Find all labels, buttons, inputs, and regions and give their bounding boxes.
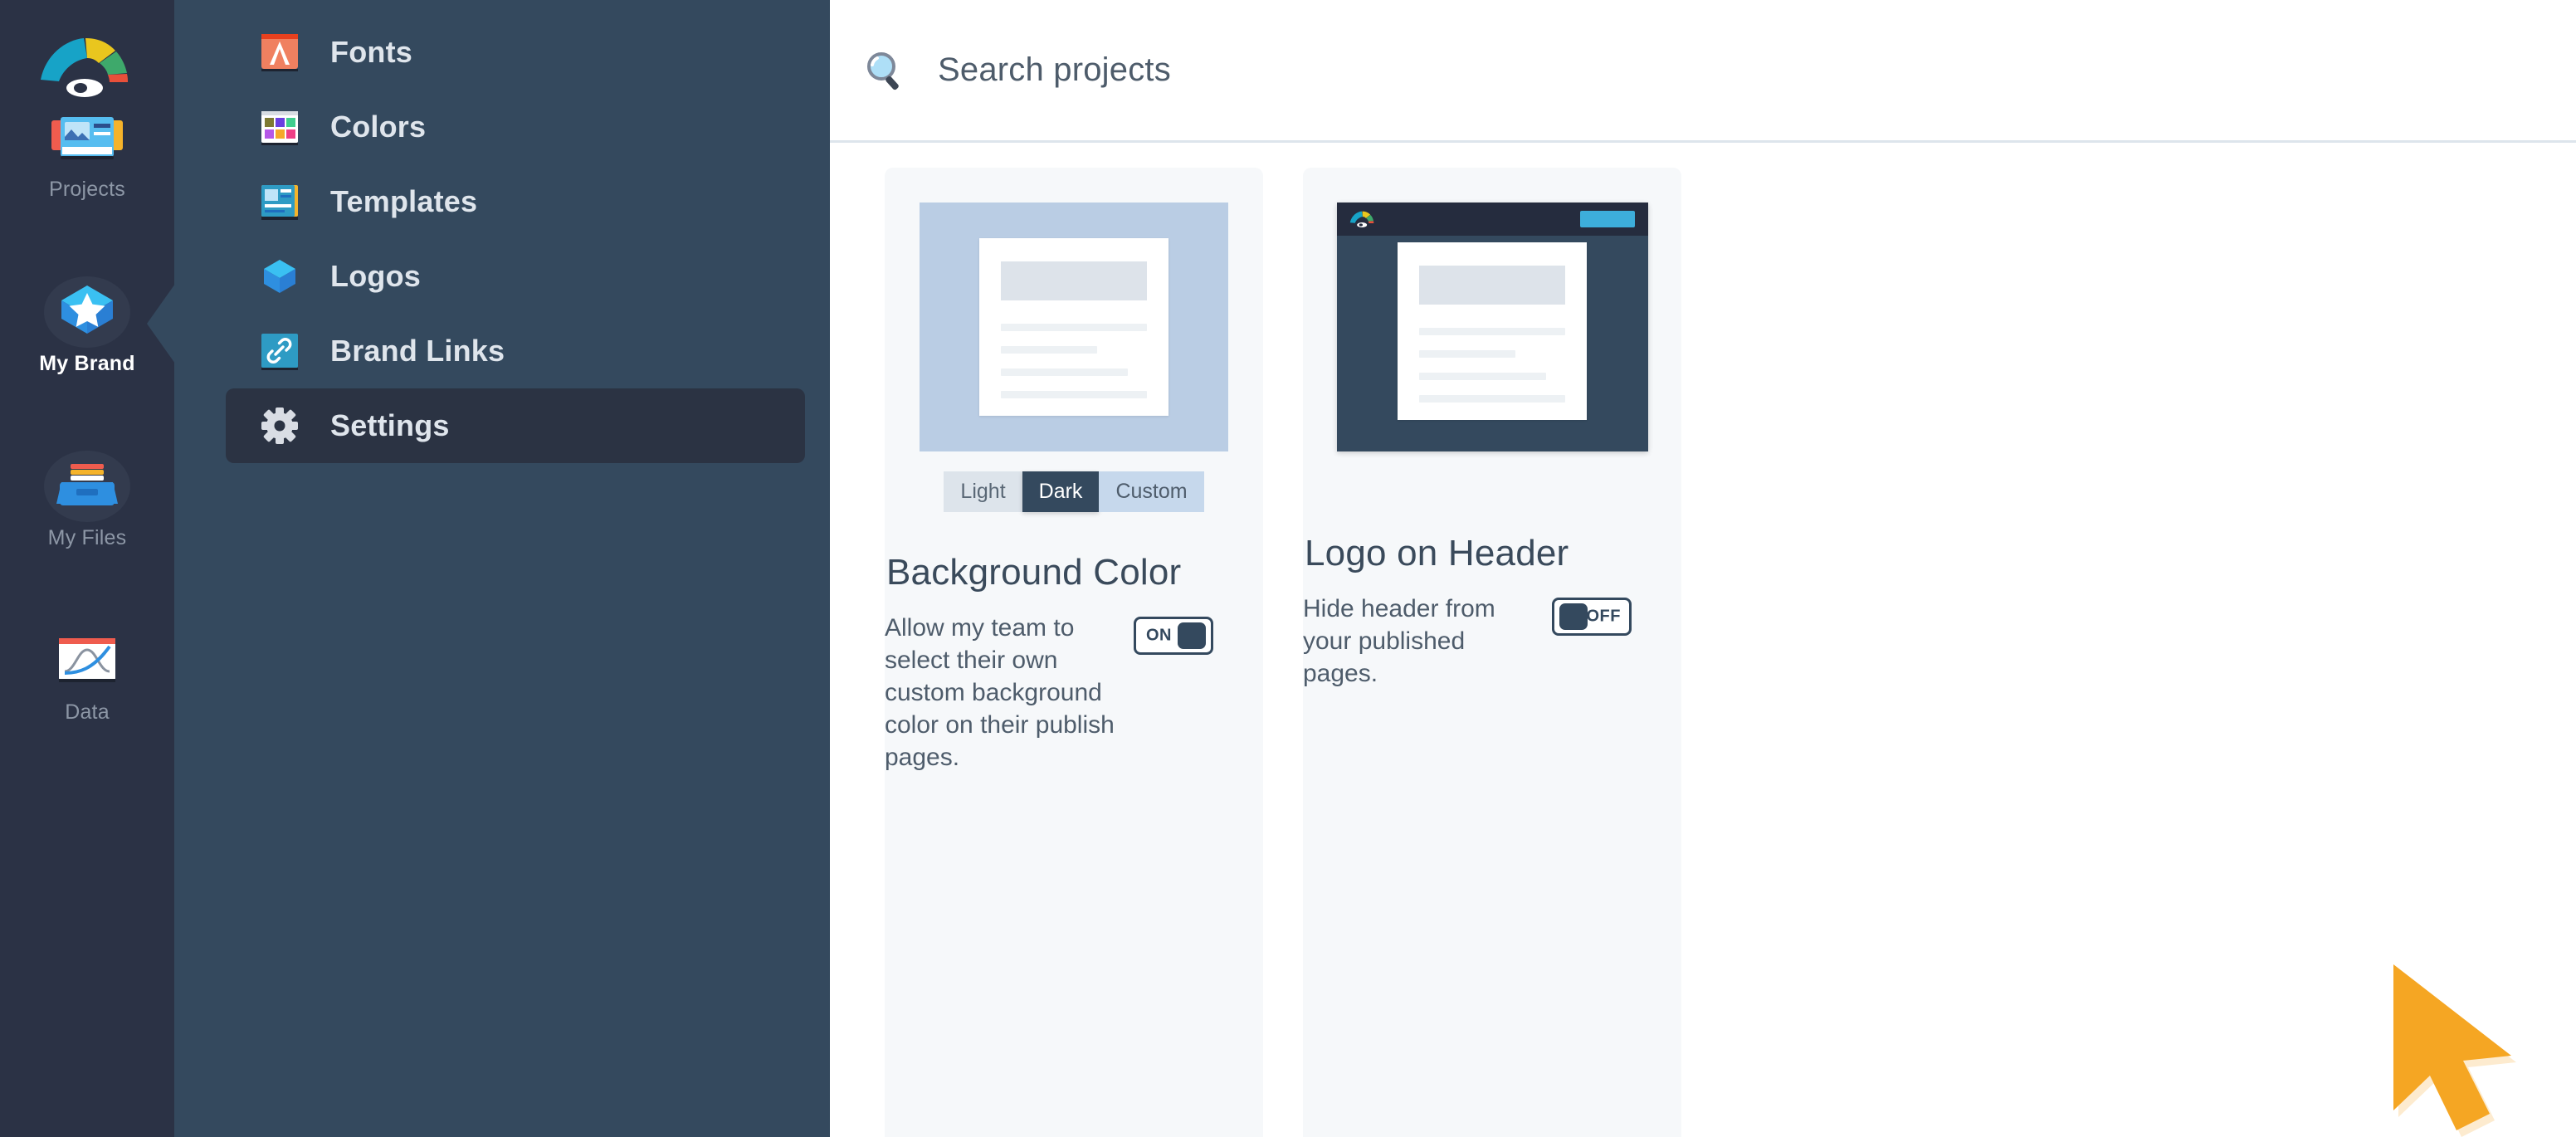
templates-icon <box>261 183 299 221</box>
logo-on-header-toggle[interactable]: OFF <box>1552 598 1632 636</box>
sidebar-item-my-files[interactable]: My Files <box>0 447 174 549</box>
search-bar[interactable]: Search projects <box>830 0 2576 143</box>
settings-card-logo-on-header: Logo on Header Hide header from your pub… <box>1303 168 1681 1137</box>
data-chart-icon <box>0 621 174 700</box>
app-logo-icon[interactable] <box>29 15 145 106</box>
segment-dark[interactable]: Dark <box>1022 471 1100 512</box>
preview-logo-icon <box>1347 205 1378 234</box>
preview-text-line <box>1419 350 1516 358</box>
light-page-preview <box>885 203 1263 451</box>
preview-text-line <box>1419 328 1565 335</box>
fonts-icon <box>261 33 299 71</box>
card-title: Background Color <box>886 552 1182 593</box>
colors-icon <box>261 108 299 146</box>
nav-item-colors[interactable]: Colors <box>226 90 805 164</box>
background-theme-segmented-control: Light Dark Custom <box>885 471 1263 512</box>
nav-item-logos[interactable]: Logos <box>226 239 805 314</box>
sidebar-item-label: My Files <box>47 526 127 549</box>
active-pointer-notch <box>147 283 175 364</box>
nav-item-brand-links[interactable]: Brand Links <box>226 314 805 388</box>
card-body: Allow my team to select their own custom… <box>885 612 1263 773</box>
nav-item-label: Logos <box>330 259 421 293</box>
sidebar-item-projects[interactable]: Projects <box>0 98 174 200</box>
card-body: Hide header from your published pages. O… <box>1303 593 1681 690</box>
nav-item-label: Templates <box>330 184 478 218</box>
nav-item-label: Brand Links <box>330 334 505 368</box>
preview-header-button <box>1579 211 1635 227</box>
segment-custom[interactable]: Custom <box>1099 471 1204 512</box>
sidebar-item-label: Projects <box>49 178 125 201</box>
brand-links-icon <box>261 332 299 370</box>
settings-card-grid: Light Dark Custom Background Color Allow… <box>830 143 2576 1137</box>
nav-item-templates[interactable]: Templates <box>226 164 805 239</box>
card-title: Logo on Header <box>1305 533 1569 573</box>
preview-dark-frame <box>1336 203 1648 451</box>
toggle-knob <box>1559 603 1588 630</box>
nav-item-label: Fonts <box>330 35 412 69</box>
logos-cube-icon <box>261 257 299 295</box>
dark-page-preview-with-logo-header <box>1303 203 1681 451</box>
preview-sheet <box>1398 242 1587 420</box>
card-description: Hide header from your published pages. <box>1303 595 1495 687</box>
search-magnifier-icon <box>861 47 908 94</box>
preview-text-line <box>1001 346 1098 354</box>
primary-rail: Projects My Brand My Files Data <box>0 0 175 1137</box>
nav-item-label: Colors <box>330 110 427 144</box>
preview-sheet <box>979 238 1168 416</box>
preview-body <box>1337 236 1648 420</box>
sidebar-item-label: Data <box>65 700 110 724</box>
projects-icon <box>0 98 174 178</box>
background-color-toggle[interactable]: ON <box>1134 617 1213 655</box>
preview-image-block <box>1419 266 1565 305</box>
card-description: Allow my team to select their own custom… <box>885 614 1115 771</box>
segment-light[interactable]: Light <box>944 471 1022 512</box>
secondary-nav: Fonts Colors Templates Logos Brand Links… <box>174 0 830 1137</box>
search-input[interactable]: Search projects <box>938 51 1171 89</box>
nav-item-settings[interactable]: Settings <box>226 388 805 463</box>
toggle-knob <box>1178 622 1206 649</box>
sidebar-item-data[interactable]: Data <box>0 621 174 723</box>
settings-card-background-color: Light Dark Custom Background Color Allow… <box>885 168 1263 1137</box>
nav-item-label: Settings <box>330 408 450 442</box>
nav-item-fonts[interactable]: Fonts <box>226 15 805 90</box>
toggle-state-label: OFF <box>1586 607 1621 626</box>
preview-text-line <box>1001 324 1147 331</box>
main-content: Search projects Light Dark Custom Backgr… <box>830 0 2576 1137</box>
sidebar-item-my-brand[interactable]: My Brand <box>0 272 175 374</box>
preview-header-bar <box>1336 203 1648 236</box>
settings-gear-icon <box>261 407 299 445</box>
my-files-tray-icon <box>0 447 174 526</box>
preview-image-block <box>1001 261 1147 300</box>
preview-light-frame <box>920 203 1228 451</box>
preview-text-line <box>1001 391 1147 398</box>
preview-text-line <box>1419 395 1565 403</box>
preview-text-line <box>1001 368 1129 376</box>
app-window: Projects My Brand My Files Data Fonts Co… <box>0 0 2576 1137</box>
preview-text-line <box>1419 373 1547 380</box>
toggle-state-label: ON <box>1146 626 1172 645</box>
